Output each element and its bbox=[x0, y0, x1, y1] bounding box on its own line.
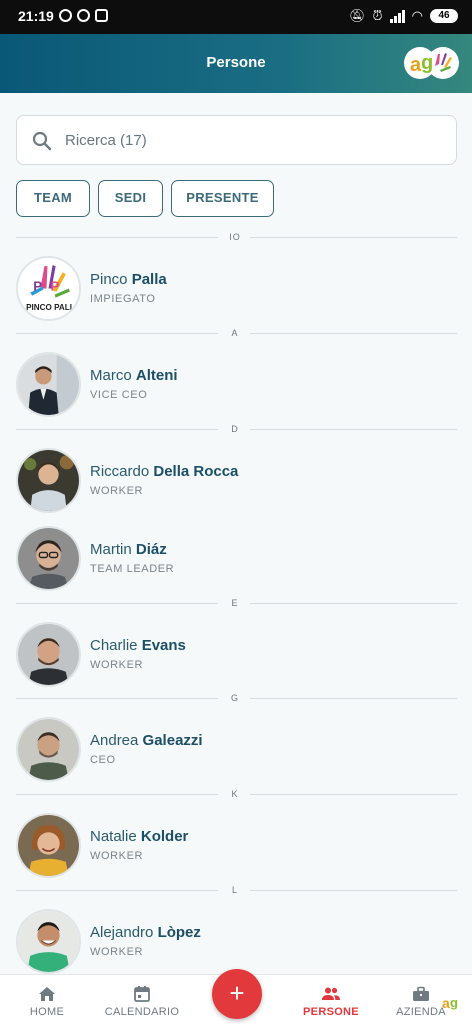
section-divider-d: D bbox=[16, 423, 457, 437]
instagram-icon bbox=[95, 9, 108, 22]
person-row[interactable]: Martin Diáz TEAM LEADER bbox=[16, 526, 457, 592]
person-photo bbox=[18, 911, 79, 972]
calendar-icon bbox=[134, 986, 150, 1002]
person-photo bbox=[18, 528, 79, 589]
battery-icon: 46 bbox=[430, 9, 458, 23]
company-logo-small: a g bbox=[442, 995, 458, 1011]
person-name: Martin Diáz bbox=[90, 541, 167, 558]
person-name: Marco Alteni bbox=[90, 367, 178, 384]
person-row[interactable]: Natalie Kolder WORKER bbox=[16, 813, 457, 879]
nav-people-label: PERSONE bbox=[303, 1006, 359, 1018]
filter-presente-button[interactable]: PRESENTE bbox=[171, 180, 274, 217]
filter-team-button[interactable]: TEAM bbox=[16, 180, 90, 217]
person-role: VICE CEO bbox=[90, 389, 148, 401]
avatar bbox=[16, 909, 81, 974]
whatsapp-icon bbox=[59, 9, 72, 22]
person-role: TEAM LEADER bbox=[90, 563, 175, 575]
alarm-icon: ⏰︎ bbox=[372, 8, 383, 23]
add-button[interactable]: + bbox=[212, 969, 262, 1019]
person-name: Charlie Evans bbox=[90, 637, 186, 654]
svg-text:g: g bbox=[421, 52, 433, 74]
person-row[interactable]: Andrea Galeazzi CEO bbox=[16, 717, 457, 783]
person-photo bbox=[18, 624, 79, 685]
nav-people[interactable]: PERSONE bbox=[296, 975, 366, 1024]
people-icon bbox=[322, 987, 340, 1000]
signal-icon bbox=[389, 9, 405, 23]
mute-icon: 🔕︎ bbox=[349, 8, 366, 23]
wifi-icon: ◠ bbox=[411, 8, 423, 23]
nav-home-label: HOME bbox=[29, 1006, 65, 1018]
person-role: IMPIEGATO bbox=[90, 293, 156, 305]
search-input[interactable] bbox=[65, 116, 445, 164]
section-divider-io: IO bbox=[16, 231, 457, 245]
nav-calendar-label: CALENDARIO bbox=[104, 1006, 180, 1018]
avatar bbox=[16, 448, 81, 513]
briefcase-icon bbox=[413, 986, 429, 1001]
section-divider-l: L bbox=[16, 884, 457, 898]
company-logo[interactable]: a g bbox=[404, 44, 460, 82]
svg-text:g: g bbox=[450, 995, 458, 1010]
svg-text:P: P bbox=[51, 279, 60, 294]
avatar bbox=[16, 352, 81, 417]
filter-sedi-button[interactable]: SEDI bbox=[98, 180, 163, 217]
avatar bbox=[16, 526, 81, 591]
section-divider-a: A bbox=[16, 327, 457, 341]
person-photo bbox=[18, 719, 79, 780]
person-row[interactable]: Marco Alteni VICE CEO bbox=[16, 352, 457, 418]
avatar bbox=[16, 622, 81, 687]
section-divider-k: K bbox=[16, 788, 457, 802]
person-role: WORKER bbox=[90, 850, 144, 862]
person-row[interactable]: Charlie Evans WORKER bbox=[16, 622, 457, 688]
person-name: Riccardo Della Rocca bbox=[90, 463, 239, 480]
person-role: WORKER bbox=[90, 485, 144, 497]
person-row[interactable]: Alejandro Lòpez WORKER bbox=[16, 909, 457, 975]
avatar bbox=[16, 813, 81, 878]
person-name: Andrea Galeazzi bbox=[90, 732, 203, 749]
app-notification-icon bbox=[77, 9, 90, 22]
search-box bbox=[16, 115, 457, 165]
nav-calendar[interactable]: CALENDARIO bbox=[100, 975, 184, 1024]
avatar: P P PINCO PALLA bbox=[16, 256, 81, 321]
person-role: WORKER bbox=[90, 659, 144, 671]
section-divider-e: E bbox=[16, 597, 457, 611]
nav-home[interactable]: HOME bbox=[16, 975, 78, 1024]
svg-text:a: a bbox=[442, 995, 450, 1011]
person-name: Pinco Palla bbox=[90, 271, 167, 288]
person-role: WORKER bbox=[90, 946, 144, 958]
svg-text:P: P bbox=[33, 279, 42, 294]
app-bar: Persone a g bbox=[0, 34, 472, 93]
search-icon bbox=[32, 131, 52, 151]
svg-text:PINCO PALLA: PINCO PALLA bbox=[26, 303, 79, 312]
person-row[interactable]: P P PINCO PALLA Pinco Palla IMPIEGATO bbox=[16, 256, 457, 322]
section-divider-g: G bbox=[16, 692, 457, 706]
person-photo bbox=[18, 815, 79, 876]
person-name: Alejandro Lòpez bbox=[90, 924, 201, 941]
status-time: 21:19 bbox=[18, 8, 54, 24]
person-row[interactable]: Riccardo Della Rocca WORKER bbox=[16, 448, 457, 514]
pinco-palla-logo: P P PINCO PALLA bbox=[18, 258, 79, 319]
page-title: Persone bbox=[206, 54, 266, 71]
person-role: CEO bbox=[90, 754, 116, 766]
person-name: Natalie Kolder bbox=[90, 828, 189, 845]
avatar bbox=[16, 717, 81, 782]
notification-icons bbox=[59, 9, 108, 22]
person-photo bbox=[18, 354, 79, 415]
status-bar: 21:19 🔕︎ ⏰︎ ◠ 46 bbox=[0, 0, 472, 34]
home-icon bbox=[39, 987, 55, 1001]
person-photo bbox=[18, 450, 79, 511]
